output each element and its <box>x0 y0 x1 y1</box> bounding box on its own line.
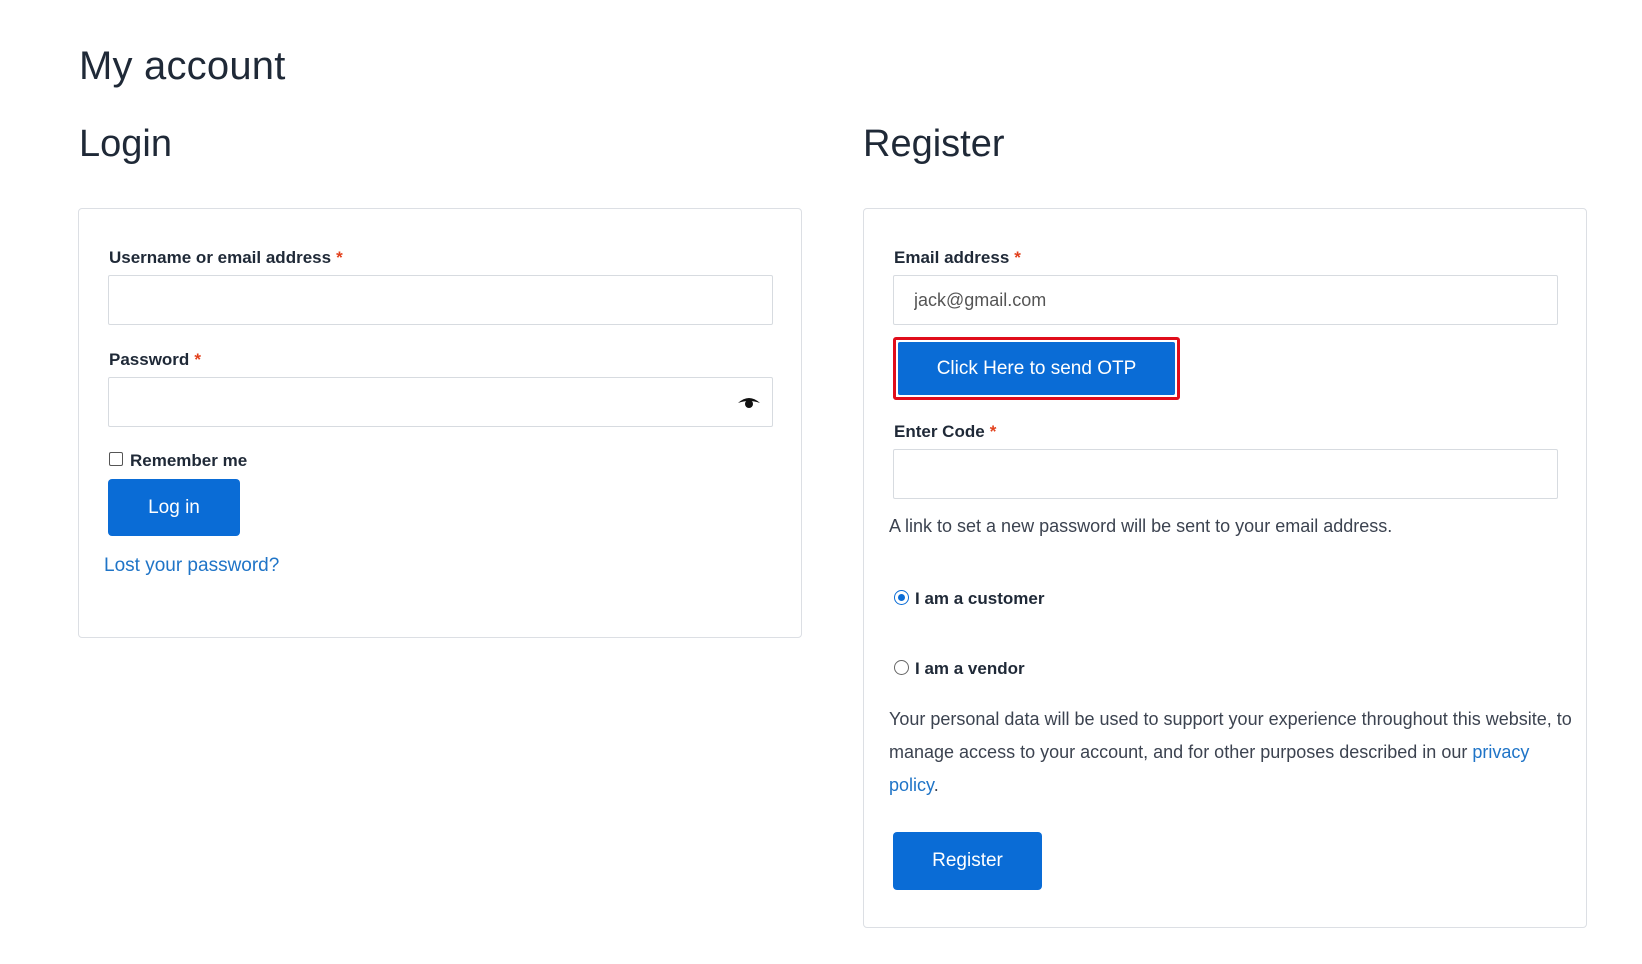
password-notice: A link to set a new password will be sen… <box>889 516 1393 536</box>
remember-checkbox[interactable] <box>109 452 123 466</box>
password-label: Password * <box>109 350 201 369</box>
required-mark: * <box>1014 248 1021 267</box>
radio-vendor-label: I am a vendor <box>915 659 1025 678</box>
login-button[interactable]: Log in <box>108 479 240 536</box>
username-label: Username or email address * <box>109 248 343 267</box>
register-button[interactable]: Register <box>893 832 1042 890</box>
required-mark: * <box>336 248 343 267</box>
password-input[interactable] <box>108 377 773 427</box>
username-input[interactable] <box>108 275 773 325</box>
code-label: Enter Code * <box>894 422 997 441</box>
radio-customer-label: I am a customer <box>915 589 1045 608</box>
login-card: Username or email address * Password * Rem… <box>78 208 802 638</box>
send-otp-button[interactable]: Click Here to send OTP <box>898 342 1175 395</box>
register-card: Email address* Click Here to send OTP En… <box>863 208 1587 928</box>
required-mark: * <box>194 350 201 369</box>
email-input[interactable] <box>893 275 1558 325</box>
radio-vendor[interactable] <box>894 660 909 675</box>
privacy-notice: Your personal data will be used to suppo… <box>889 709 1572 795</box>
page-title: My account <box>79 44 286 88</box>
lost-password-link[interactable]: Lost your password? <box>104 555 279 577</box>
register-heading: Register <box>863 123 1005 165</box>
remember-label: Remember me <box>130 451 248 470</box>
required-mark: * <box>989 422 997 441</box>
radio-customer[interactable] <box>894 590 909 605</box>
code-input[interactable] <box>893 449 1558 499</box>
eye-icon[interactable] <box>737 395 761 411</box>
email-label: Email address * <box>894 248 1021 267</box>
login-heading: Login <box>79 123 172 165</box>
